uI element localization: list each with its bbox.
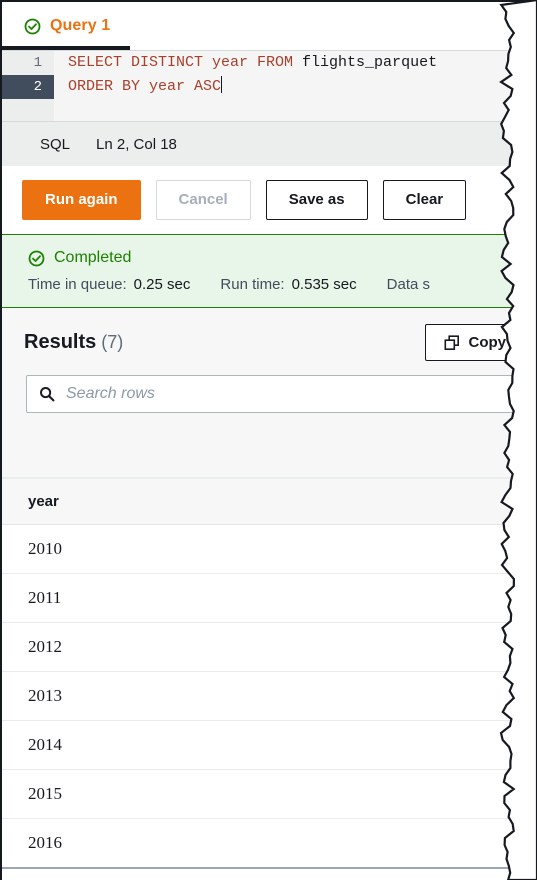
code-text-2[interactable]: ORDER BY year ASC bbox=[54, 75, 537, 99]
query-action-bar: Run again Cancel Save as Clear bbox=[2, 166, 537, 234]
metric-label: Data s bbox=[386, 276, 430, 293]
copy-icon bbox=[443, 334, 460, 351]
search-icon bbox=[39, 386, 55, 402]
cell-year: 2015 bbox=[2, 769, 537, 819]
clear-button[interactable]: Clear bbox=[382, 180, 467, 220]
tab-query-1[interactable]: Query 1 bbox=[2, 2, 131, 50]
cell-year: 2012 bbox=[2, 622, 537, 672]
results-search-row: Search rows bbox=[2, 375, 537, 413]
results-table-head: year bbox=[2, 478, 537, 525]
search-input[interactable]: Search rows bbox=[26, 375, 525, 413]
results-table: year 2010 2011 2012 2013 2014 2015 2016 bbox=[2, 478, 537, 869]
metric-time-in-queue: Time in queue: 0.25 sec bbox=[28, 276, 190, 293]
query-metrics: Time in queue: 0.25 sec Run time: 0.535 … bbox=[28, 276, 537, 293]
query-editor-content: Query 1 1 SELECT DISTINCT year FROM flig… bbox=[0, 0, 537, 880]
metric-label: Run time: bbox=[220, 276, 285, 293]
copy-button[interactable]: Copy bbox=[424, 324, 525, 361]
editor-status-bar: SQL Ln 2, Col 18 bbox=[2, 121, 537, 166]
sql-keyword-token: ORDER BY year ASC bbox=[68, 78, 222, 95]
cell-year: 2013 bbox=[2, 671, 537, 721]
editor-language: SQL bbox=[40, 135, 71, 153]
cell-year: 2016 bbox=[2, 818, 537, 869]
metric-value: 0.25 sec bbox=[133, 276, 191, 293]
table-row[interactable]: 2013 bbox=[2, 671, 537, 721]
table-row[interactable]: 2011 bbox=[2, 573, 537, 623]
code-text-1[interactable]: SELECT DISTINCT year FROM flights_parque… bbox=[54, 51, 537, 75]
metric-value: 0.535 sec bbox=[291, 276, 357, 293]
run-again-button[interactable]: Run again bbox=[22, 180, 141, 220]
check-circle-icon bbox=[28, 250, 45, 267]
text-caret bbox=[221, 76, 223, 93]
sql-identifier-token: flights_parquet bbox=[302, 54, 438, 71]
metric-data-scanned: Data s bbox=[387, 276, 430, 293]
code-line-1[interactable]: 1 SELECT DISTINCT year FROM flights_parq… bbox=[2, 51, 537, 75]
search-placeholder: Search rows bbox=[66, 385, 155, 402]
check-circle-icon bbox=[24, 18, 41, 35]
results-header: Results (7) Copy bbox=[2, 308, 537, 375]
metric-label: Time in queue: bbox=[28, 276, 127, 293]
cancel-button: Cancel bbox=[155, 180, 251, 220]
metric-run-time: Run time: 0.535 sec bbox=[220, 276, 356, 293]
sql-editor[interactable]: 1 SELECT DISTINCT year FROM flights_parq… bbox=[2, 50, 537, 121]
sql-keyword-token: SELECT DISTINCT year FROM bbox=[68, 54, 303, 71]
results-title: Results bbox=[24, 331, 97, 353]
query-tab-strip: Query 1 bbox=[2, 2, 537, 50]
cell-year: 2010 bbox=[2, 524, 537, 574]
line-number-2: 2 bbox=[2, 75, 54, 99]
tab-label: Query 1 bbox=[50, 17, 111, 34]
results-toolbar-spacer bbox=[2, 413, 537, 478]
column-header-year[interactable]: year bbox=[2, 478, 537, 525]
table-row[interactable]: 2010 bbox=[2, 524, 537, 574]
table-row[interactable]: 2016 bbox=[2, 818, 537, 869]
editor-cursor-position: Ln 2, Col 18 bbox=[96, 135, 177, 153]
results-table-body: 2010 2011 2012 2013 2014 2015 2016 bbox=[2, 524, 537, 869]
query-status-alert: Completed Time in queue: 0.25 sec Run ti… bbox=[2, 234, 537, 308]
table-row[interactable]: 2012 bbox=[2, 622, 537, 672]
cell-year: 2011 bbox=[2, 573, 537, 623]
table-header-row: year bbox=[2, 478, 537, 525]
save-as-button[interactable]: Save as bbox=[265, 180, 368, 220]
query-status-text: Completed bbox=[54, 249, 132, 266]
editor-empty-area[interactable] bbox=[2, 99, 537, 121]
query-editor-panel: Query 1 1 SELECT DISTINCT year FROM flig… bbox=[0, 0, 537, 880]
copy-button-label: Copy bbox=[468, 334, 507, 351]
screenshot-root: Query 1 1 SELECT DISTINCT year FROM flig… bbox=[0, 0, 537, 880]
table-row[interactable]: 2014 bbox=[2, 720, 537, 770]
results-count: (7) bbox=[101, 332, 124, 352]
cell-year: 2014 bbox=[2, 720, 537, 770]
results-heading: Results (7) bbox=[24, 331, 123, 354]
results-section: Results (7) Copy Search rows year 2010 2… bbox=[2, 308, 537, 869]
query-status-title: Completed bbox=[28, 249, 537, 267]
line-number-1: 1 bbox=[2, 51, 54, 75]
code-line-2[interactable]: 2 ORDER BY year ASC bbox=[2, 75, 537, 99]
table-row[interactable]: 2015 bbox=[2, 769, 537, 819]
